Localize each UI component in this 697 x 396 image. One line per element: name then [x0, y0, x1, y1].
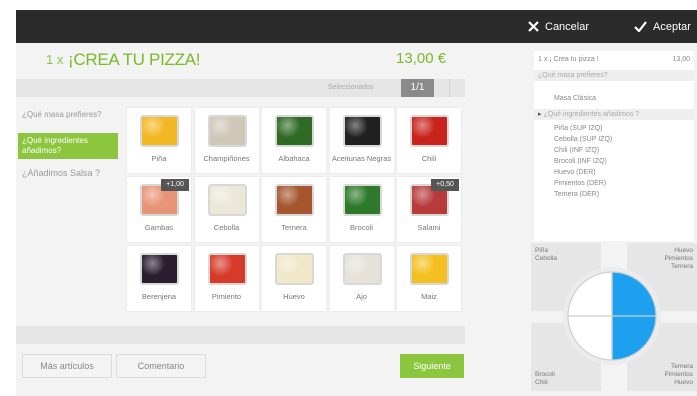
ingredient-tile[interactable]: Berenjena [126, 245, 192, 312]
more-items-button[interactable]: Más artículos [22, 354, 112, 378]
product-header: 1 x ¡CREA TU PIZZA! 13,00 € [16, 43, 497, 77]
ingredient-label: Albahaca [278, 154, 310, 163]
ingredient-tile[interactable]: Cebolla [193, 176, 260, 243]
ingredient-tile[interactable]: Champiñones [193, 107, 260, 174]
order-line: Huevo (DER) [554, 169, 596, 176]
egg-icon [275, 253, 314, 285]
ingredient-tile[interactable]: Chili [396, 107, 462, 174]
close-icon [528, 21, 539, 32]
ingredient-grid: Piña Champiñones Albahaca Aceitunas Negras C… [126, 107, 462, 314]
chili-icon [410, 115, 449, 147]
basil-icon [275, 115, 314, 147]
order-item-title: 1 x ¡ Crea tu pizza ! [538, 56, 599, 63]
product-configurator: 1 x ¡CREA TU PIZZA! 13,00 € Seleccionado… [16, 43, 497, 396]
quadrant-item: Piña [535, 247, 549, 254]
ingredient-label: Maiz [421, 292, 437, 301]
eggplant-icon [140, 253, 179, 285]
product-price: 13,00 € [396, 50, 447, 67]
order-line: Cebolla (SUP IZQ) [554, 136, 613, 143]
order-line: Ternera (DER) [554, 191, 600, 198]
top-bar: Cancelar Aceptar [16, 10, 697, 43]
order-summary-panel: 1 x ¡ Crea tu pizza ! 13,00 ¿Qué masa pr… [497, 43, 697, 396]
quadrant-item: Pimientos [664, 255, 693, 262]
ingredient-label: Pimiento [211, 292, 242, 301]
olive-icon [342, 115, 382, 147]
accept-button[interactable]: Aceptar [634, 10, 691, 43]
ingredient-tile[interactable]: Gambas +1,00 [126, 176, 192, 243]
ingredient-label: Cebolla [213, 223, 240, 232]
ingredient-label: Piña [151, 154, 167, 163]
ingredient-tile[interactable]: Maiz [396, 245, 462, 312]
order-question-ingredients-label: ¿Qué ingredientes añadimos ? [543, 111, 640, 118]
ingredient-tile[interactable]: Piña [126, 107, 192, 174]
ingredient-tile[interactable]: Ajo [328, 245, 395, 312]
mushroom-icon [207, 115, 247, 147]
ingredient-label: Berenjena [141, 292, 177, 301]
pizza-icon[interactable] [562, 266, 662, 366]
ingredient-label: Chili [421, 154, 437, 163]
quadrant-item: Chili [535, 379, 548, 386]
price-tag: +0,50 [431, 179, 459, 191]
ingredient-label: Champiñones [203, 154, 250, 163]
ingredient-tile[interactable]: Huevo [261, 245, 327, 312]
order-head: 1 x ¡ Crea tu pizza ! 13,00 [538, 56, 690, 63]
pepper-icon [207, 253, 247, 285]
ingredient-label: Huevo [283, 292, 305, 301]
onion-icon [207, 184, 247, 216]
price-tag: +1,00 [161, 179, 189, 191]
quadrant-item: Pimientos [664, 371, 693, 378]
product-name: ¡CREA TU PIZZA! [68, 50, 201, 69]
order-line: Pimientos (DER) [554, 180, 607, 187]
selected-label: Seleccionados [328, 84, 374, 91]
question-dough[interactable]: ¿Qué masa prefieres? [18, 107, 118, 133]
order-line: Chili (INF IZQ) [554, 147, 600, 154]
order-line: Brocoli (INF IZQ) [554, 158, 607, 165]
ingredient-tile[interactable]: Ternera [261, 176, 327, 243]
ingredient-tile[interactable]: Salami +0,50 [396, 176, 462, 243]
ingredient-tile[interactable]: Albahaca [261, 107, 327, 174]
selected-count: 1/1 [401, 79, 434, 97]
order-card: 1 x ¡ Crea tu pizza ! 13,00 ¿Qué masa pr… [534, 51, 694, 241]
order-line-dough: Masa Clásica [554, 95, 597, 102]
product-quantity: 1 x [46, 52, 64, 67]
question-ingredients[interactable]: ¿Qué ingredientes añadimos? [18, 133, 118, 159]
quadrant-item: Cebolla [535, 255, 558, 262]
pineapple-icon [140, 115, 179, 147]
ingredient-tile[interactable]: Aceitunas Negras [328, 107, 395, 174]
ingredient-label: Ternera [281, 223, 307, 232]
garlic-icon [342, 253, 382, 285]
cancel-label: Cancelar [545, 20, 590, 33]
order-question-dough[interactable]: ¿Qué masa prefieres? [534, 70, 694, 81]
broccoli-icon [342, 184, 382, 216]
corn-icon [410, 253, 449, 285]
quadrant-item: Huevo [674, 379, 693, 386]
ingredient-label: Brocoli [350, 223, 373, 232]
selection-next-button[interactable] [449, 79, 463, 97]
order-question-ingredients[interactable]: ▸ ¿Qué ingredientes añadimos ? [534, 109, 694, 120]
order-line: Piña (SUP IZQ) [554, 125, 603, 132]
quadrant-item: Brocoli [535, 371, 555, 378]
ingredient-tile[interactable]: Pimiento [193, 245, 260, 312]
accept-label: Aceptar [653, 20, 691, 33]
ingredient-label: Salami [417, 223, 441, 232]
check-icon [634, 21, 647, 32]
comment-button[interactable]: Comentario [116, 354, 206, 378]
next-button[interactable]: Siguiente [400, 354, 464, 378]
ingredient-label: Aceitunas Negras [331, 154, 392, 163]
beef-icon [275, 184, 314, 216]
ingredient-label: Ajo [356, 292, 367, 301]
quadrant-item: Huevo [674, 247, 693, 254]
pizza-diagram: Piña Cebolla Huevo Pimientos Ternera Bro… [531, 243, 697, 391]
selection-bar: Seleccionados 1/1 [16, 79, 465, 97]
bottom-strip [16, 326, 465, 344]
ingredient-label: Gambas [144, 223, 174, 232]
cancel-button[interactable]: Cancelar [528, 10, 589, 43]
order-item-price: 13,00 [672, 56, 690, 63]
ingredient-tile[interactable]: Brocoli [328, 176, 395, 243]
question-sauce[interactable]: ¿Añadimos Salsa ? [18, 165, 118, 187]
